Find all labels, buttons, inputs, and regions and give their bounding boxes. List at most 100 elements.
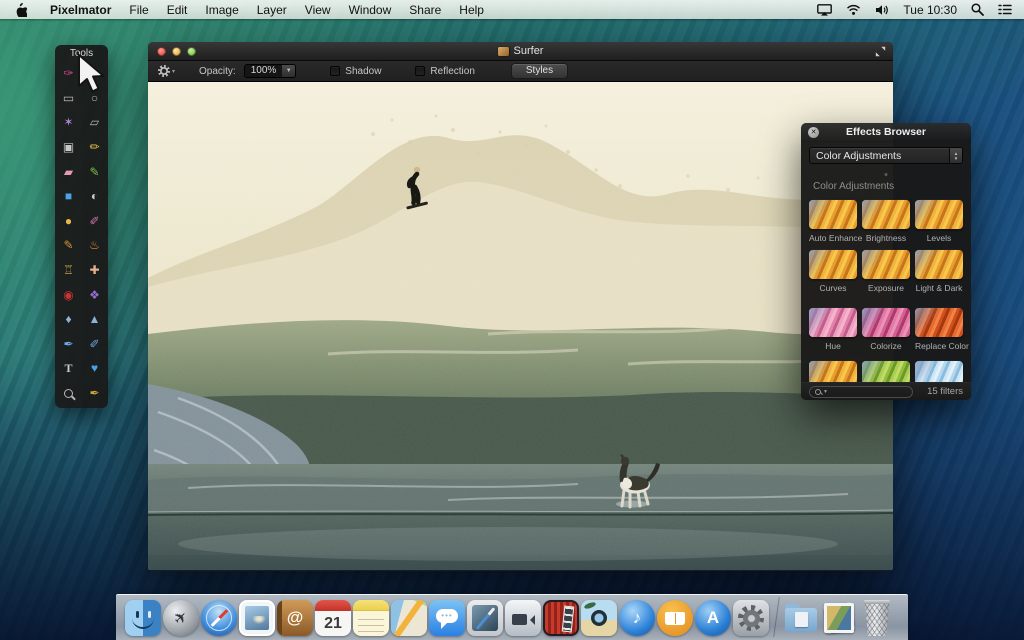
crop-tool[interactable]: ▣ (56, 135, 82, 160)
dock-icon-messages[interactable] (428, 599, 466, 637)
effect-thumbnail[interactable] (809, 250, 857, 279)
dock-icon-ibooks[interactable] (656, 599, 694, 637)
dock-icon-pixelmator[interactable] (466, 599, 504, 637)
effect-thumbnail[interactable] (809, 200, 857, 229)
effects-search-field[interactable]: ▼ (809, 385, 913, 398)
opacity-label: Opacity: (199, 65, 236, 77)
dock-icon-app-store[interactable] (694, 599, 732, 637)
magic-wand-tool[interactable]: ✶ (56, 110, 82, 135)
dock-icon-trash[interactable] (858, 599, 896, 637)
lasso-tool[interactable]: ▱ (82, 110, 108, 135)
pencil-tool[interactable]: ✎ (82, 159, 108, 184)
menu-item-window[interactable]: Window (340, 3, 401, 17)
effect-auto-enhance[interactable]: Auto Enhance (809, 200, 862, 243)
tools-palette[interactable]: Tools ✑ ➤ ▭ ○ ✶ ▱ ▣ ✏ ▰ ✎ ■ ◐ ● ✐ ✎ ♨ ♖ … (55, 45, 108, 408)
healing-tool[interactable]: ✚ (82, 258, 108, 283)
close-window-button[interactable] (157, 46, 166, 56)
shadow-checkbox[interactable] (330, 66, 341, 76)
dock-icon-documents-folder[interactable] (782, 599, 820, 637)
eyedropper-tool[interactable]: ✒ (82, 381, 108, 406)
effect-hue[interactable]: Hue (809, 308, 857, 351)
document-proxy-icon[interactable] (497, 46, 509, 56)
dock-icon-notes[interactable] (352, 599, 390, 637)
effects-row: Hue Colorize Replace Color (809, 308, 969, 351)
effect-thumbnail[interactable] (809, 308, 857, 337)
sharpen-tool[interactable]: ▲ (82, 307, 108, 332)
opacity-stepper[interactable]: 100% ▼ (243, 64, 297, 78)
menu-item-share[interactable]: Share (400, 3, 450, 17)
menu-bar-clock[interactable]: Tue 10:30 (903, 3, 957, 17)
dock-icon-mail[interactable] (238, 599, 276, 637)
menu-item-help[interactable]: Help (450, 3, 493, 17)
smudge-tool[interactable]: ♨ (82, 233, 108, 258)
effect-replace-color[interactable]: Replace Color (915, 308, 969, 351)
dock-icon-iphoto[interactable] (580, 599, 618, 637)
apple-menu[interactable] (14, 2, 27, 17)
effect-thumbnail[interactable] (915, 308, 963, 337)
effect-exposure[interactable]: Exposure (862, 250, 910, 293)
notification-center-icon[interactable] (998, 4, 1012, 15)
effects-browser-header[interactable]: ✕ Effects Browser (801, 123, 971, 142)
effect-thumbnail[interactable] (862, 308, 910, 337)
fullscreen-icon[interactable] (875, 46, 886, 57)
zoom-tool[interactable] (56, 381, 82, 406)
menu-item-edit[interactable]: Edit (158, 3, 197, 17)
red-eye-tool[interactable]: ◉ (56, 282, 82, 307)
brush-tool[interactable]: ✐ (82, 209, 108, 234)
dock-icon-system-preferences[interactable] (732, 599, 770, 637)
paint-bucket-tool[interactable]: ■ (56, 184, 82, 209)
paintbrush-tool[interactable]: ✎ (56, 233, 82, 258)
effect-colorize[interactable]: Colorize (862, 308, 910, 351)
close-panel-icon[interactable]: ✕ (808, 127, 819, 138)
shape-tool[interactable]: ● (56, 209, 82, 234)
dock-icon-photo-booth[interactable] (542, 599, 580, 637)
sponge-tool[interactable]: ❖ (82, 282, 108, 307)
window-title-bar[interactable]: Surfer (148, 42, 893, 61)
effect-levels[interactable]: Levels (915, 200, 963, 243)
opacity-dropdown-arrow[interactable]: ▼ (282, 65, 296, 77)
airplay-icon[interactable] (817, 3, 833, 16)
menu-item-pixelmator[interactable]: Pixelmator (41, 3, 120, 17)
effect-thumbnail[interactable] (862, 200, 910, 229)
tool-options-menu[interactable]: ▾ (158, 65, 175, 77)
gradient-tool[interactable]: ◐ (82, 184, 108, 209)
dock-icon-photos-stack[interactable] (820, 599, 858, 637)
zoom-window-button[interactable] (187, 46, 196, 56)
menu-item-file[interactable]: File (120, 3, 157, 17)
dock-icon-facetime[interactable] (504, 599, 542, 637)
freeform-pen-tool[interactable]: ✐ (82, 332, 108, 357)
menu-item-view[interactable]: View (296, 3, 340, 17)
pen-tool[interactable]: ✒ (56, 332, 82, 357)
styles-button[interactable]: Styles (510, 63, 569, 79)
effect-thumbnail[interactable] (915, 250, 963, 279)
wifi-icon[interactable] (846, 4, 861, 15)
dock-icon-finder[interactable] (124, 599, 162, 637)
effects-category-dropdown[interactable]: Color Adjustments ▲ ▼ (809, 147, 963, 164)
effect-light-dark[interactable]: Light & Dark (915, 250, 963, 293)
clone-stamp-tool[interactable]: ♖ (56, 258, 82, 283)
dock-icon-maps[interactable] (390, 599, 428, 637)
blur-tool[interactable]: ♦ (56, 307, 82, 332)
reflection-checkbox[interactable] (415, 66, 426, 76)
canvas-image[interactable] (148, 82, 893, 570)
effect-thumbnail[interactable] (862, 250, 910, 279)
eraser-tool[interactable]: ▰ (56, 159, 82, 184)
dock-icon-calendar[interactable]: 21 (314, 599, 352, 637)
type-tool[interactable]: T (56, 356, 82, 381)
effect-brightness[interactable]: Brightness (862, 200, 910, 243)
menu-item-image[interactable]: Image (196, 3, 247, 17)
search-icon (815, 388, 821, 395)
custom-shape-tool[interactable]: ♥ (82, 356, 108, 381)
minimize-window-button[interactable] (172, 46, 181, 56)
menu-item-layer[interactable]: Layer (248, 3, 296, 17)
surfer-photo (148, 82, 893, 570)
spotlight-search-icon[interactable] (971, 3, 984, 16)
dock-icon-launchpad[interactable] (162, 599, 200, 637)
effect-curves[interactable]: Curves (809, 250, 857, 293)
dock-icon-itunes[interactable] (618, 599, 656, 637)
dock-icon-safari[interactable] (200, 599, 238, 637)
effect-thumbnail[interactable] (915, 200, 963, 229)
volume-icon[interactable] (875, 4, 889, 16)
slice-tool[interactable]: ✏ (82, 135, 108, 160)
dock-icon-contacts[interactable] (276, 599, 314, 637)
